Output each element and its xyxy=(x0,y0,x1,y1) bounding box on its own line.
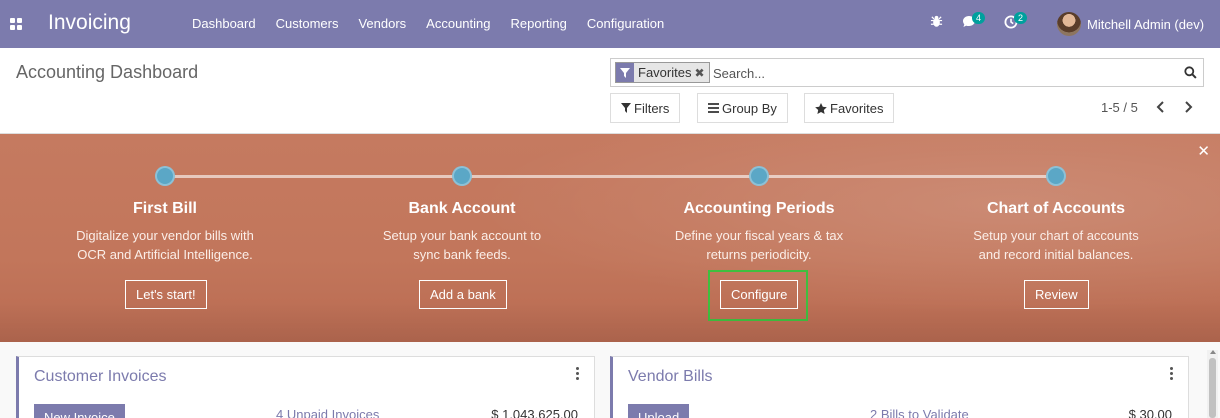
step-chart-of-accounts: Chart of Accounts Setup your chart of ac… xyxy=(946,200,1166,264)
unpaid-invoices-amount: $ 1,043,625.00 xyxy=(491,407,578,418)
pager-value[interactable]: 1-5 / 5 xyxy=(1101,100,1138,115)
top-navbar: Invoicing Dashboard Customers Vendors Ac… xyxy=(0,0,1220,48)
lets-start-button[interactable]: Let's start! xyxy=(125,280,207,309)
menu-item-dashboard[interactable]: Dashboard xyxy=(182,0,266,48)
menu-item-vendors[interactable]: Vendors xyxy=(348,0,416,48)
unpaid-invoices-link[interactable]: 4 Unpaid Invoices xyxy=(276,407,379,418)
activities-count-badge: 2 xyxy=(1014,12,1028,24)
favorites-button[interactable]: Favorites xyxy=(804,93,895,123)
group-by-icon xyxy=(708,103,719,113)
close-onboarding-icon[interactable]: ✕ xyxy=(1197,142,1210,160)
menu-item-configuration[interactable]: Configuration xyxy=(577,0,674,48)
step-dot-bank-account xyxy=(452,166,472,186)
pager-next-icon[interactable] xyxy=(1184,100,1193,116)
search-icon[interactable] xyxy=(1184,66,1197,82)
bills-to-validate-link[interactable]: 2 Bills to Validate xyxy=(870,407,969,418)
review-button[interactable]: Review xyxy=(1024,280,1089,309)
step-description: Setup your bank account to sync bank fee… xyxy=(382,228,542,262)
new-invoice-button[interactable]: New Invoice xyxy=(34,404,125,418)
step-title: Chart of Accounts xyxy=(986,200,1126,217)
control-panel: Accounting Dashboard Favorites ✖ Filters… xyxy=(0,48,1220,134)
facet-label: Favorites xyxy=(638,65,692,80)
filters-button[interactable]: Filters xyxy=(610,93,681,123)
activities-clock-icon[interactable]: 2 xyxy=(1004,12,1028,32)
card-vendor-bills: Vendor Bills Upload 2 Bills to Validate … xyxy=(610,356,1189,418)
star-icon xyxy=(815,102,827,114)
step-first-bill: First Bill Digitalize your vendor bills … xyxy=(55,200,275,264)
step-accounting-periods: Accounting Periods Define your fiscal ye… xyxy=(649,200,869,264)
card-title[interactable]: Customer Invoices xyxy=(34,368,167,386)
page-scrollbar[interactable] xyxy=(1207,350,1218,418)
search-facet-favorites[interactable]: Favorites ✖ xyxy=(615,62,710,83)
facet-remove-icon[interactable]: ✖ xyxy=(694,66,708,80)
messages-icon[interactable]: 4 xyxy=(962,12,986,32)
menu-item-accounting[interactable]: Accounting xyxy=(416,0,500,48)
step-title: Accounting Periods xyxy=(683,200,835,217)
step-title: Bank Account xyxy=(408,200,516,217)
search-input[interactable] xyxy=(713,63,1173,83)
card-customer-invoices: Customer Invoices New Invoice 4 Unpaid I… xyxy=(16,356,595,418)
menu-item-reporting[interactable]: Reporting xyxy=(501,0,577,48)
group-by-label: Group By xyxy=(722,100,777,116)
filters-label: Filters xyxy=(634,100,670,116)
filter-icon xyxy=(621,103,631,113)
scroll-thumb[interactable] xyxy=(1209,358,1216,418)
step-bank-account: Bank Account Setup your bank account to … xyxy=(352,200,572,264)
app-name[interactable]: Invoicing xyxy=(48,11,131,35)
favorites-label: Favorites xyxy=(830,100,884,116)
group-by-button[interactable]: Group By xyxy=(697,93,788,123)
user-name: Mitchell Admin (dev) xyxy=(1087,16,1205,32)
debug-bug-icon[interactable] xyxy=(930,15,943,31)
card-options-icon[interactable] xyxy=(576,367,580,382)
step-description: Digitalize your vendor bills with OCR an… xyxy=(76,228,254,262)
card-options-icon[interactable] xyxy=(1170,367,1174,382)
bills-to-validate-amount: $ 30.00 xyxy=(1128,407,1172,418)
page-title: Accounting Dashboard xyxy=(16,62,199,82)
scroll-up-arrow[interactable] xyxy=(1210,350,1216,354)
step-dot-first-bill xyxy=(155,166,175,186)
add-a-bank-button[interactable]: Add a bank xyxy=(419,280,507,309)
messages-count-badge: 4 xyxy=(972,12,986,24)
user-menu[interactable]: Mitchell Admin (dev) xyxy=(1057,12,1204,36)
user-avatar xyxy=(1057,12,1081,36)
step-description: Define your fiscal years & tax returns p… xyxy=(674,228,844,262)
step-dot-chart-of-accounts xyxy=(1046,166,1066,186)
search-bar[interactable]: Favorites ✖ xyxy=(610,58,1204,87)
step-title: First Bill xyxy=(132,200,197,217)
upload-button[interactable]: Upload xyxy=(628,404,690,418)
step-description: Setup your chart of accounts and record … xyxy=(973,228,1139,262)
onboarding-banner: ✕ First Bill Digitalize your vendor bill… xyxy=(0,134,1220,342)
onboarding-progress-line xyxy=(165,175,1056,178)
card-title[interactable]: Vendor Bills xyxy=(628,368,713,386)
filter-funnel-icon xyxy=(616,63,634,82)
main-menu: Dashboard Customers Vendors Accounting R… xyxy=(182,0,674,48)
highlight-box xyxy=(708,270,808,321)
step-dot-accounting-periods xyxy=(749,166,769,186)
pager-previous-icon[interactable] xyxy=(1156,100,1165,116)
apps-menu-icon[interactable] xyxy=(10,18,22,30)
menu-item-customers[interactable]: Customers xyxy=(266,0,349,48)
